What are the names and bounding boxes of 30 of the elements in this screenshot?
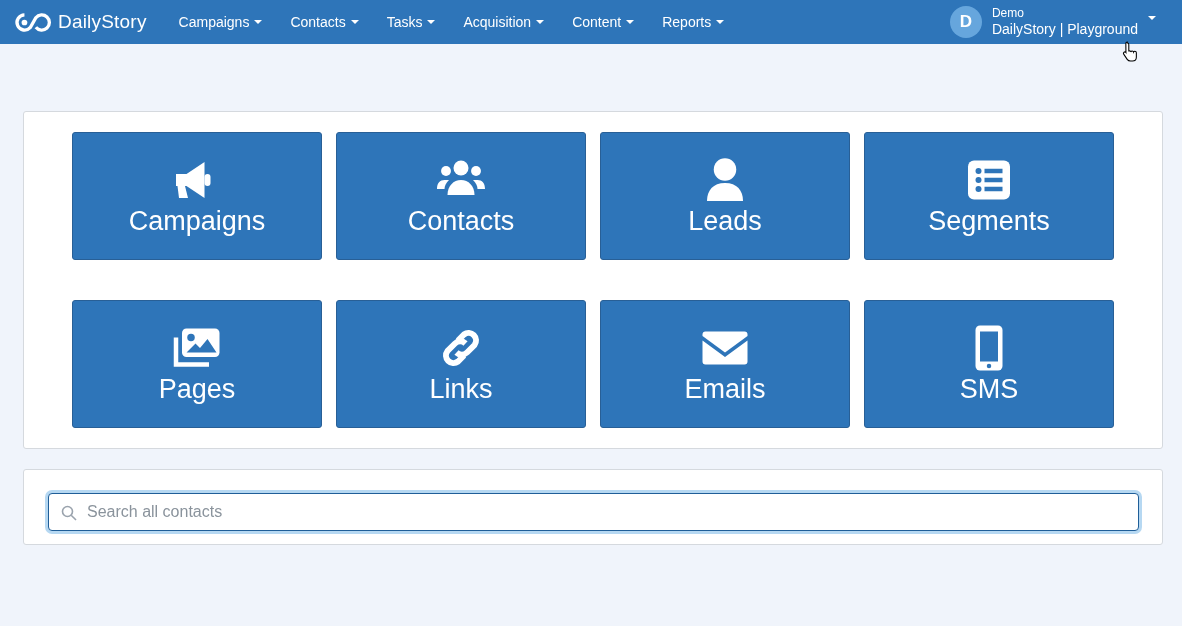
nav-menu[interactable]: Tasks xyxy=(372,14,450,30)
tile-button[interactable]: Segments xyxy=(864,132,1114,260)
tile-button[interactable]: Links xyxy=(336,300,586,428)
tile-button[interactable]: Campaigns xyxy=(72,132,322,260)
caret-icon xyxy=(536,20,545,24)
caret-icon xyxy=(427,20,436,24)
caret-icon xyxy=(350,20,359,24)
user-name: Demo xyxy=(991,6,1025,20)
brand-name: DailyStory xyxy=(58,11,147,33)
tile-button[interactable]: Pages xyxy=(72,300,322,428)
caret-icon xyxy=(254,20,263,24)
hand-cursor-icon xyxy=(1122,41,1139,63)
nav-menu[interactable]: Reports xyxy=(648,14,739,30)
caret-icon xyxy=(626,20,635,24)
tile-button[interactable]: Contacts xyxy=(336,132,586,260)
nav-menu[interactable]: Content xyxy=(558,14,649,30)
caret-icon xyxy=(716,20,725,24)
caret-icon xyxy=(1148,16,1156,20)
workspace-name: DailyStory | Playground xyxy=(991,20,1138,38)
nav-menu[interactable]: Contacts xyxy=(276,14,373,30)
avatar: D xyxy=(949,6,982,38)
search-field[interactable]: Search all contacts xyxy=(48,493,1139,531)
tile-button[interactable]: SMS xyxy=(864,300,1114,428)
tile-button[interactable]: Leads xyxy=(600,132,850,260)
nav-menu[interactable]: Campaigns xyxy=(164,14,277,30)
brand-logo[interactable]: DailyStory xyxy=(14,11,147,33)
infinity-logo-icon xyxy=(14,11,52,33)
tile-button[interactable]: Emails xyxy=(600,300,850,428)
nav-menu[interactable]: Acquisition xyxy=(449,14,559,30)
account-menu[interactable]: D Demo DailyStory | Playground xyxy=(949,6,1156,38)
